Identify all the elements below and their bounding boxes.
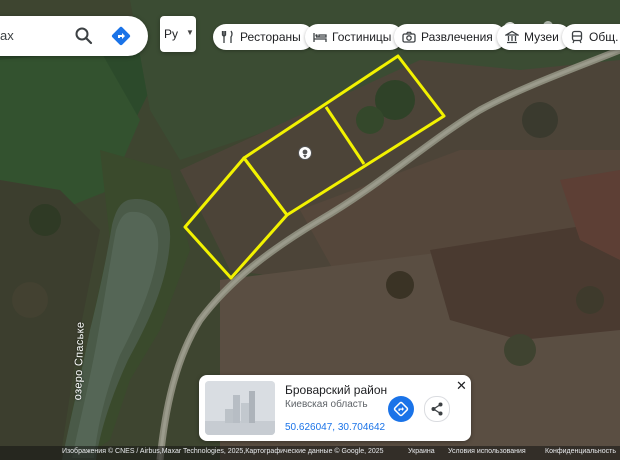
search-icon[interactable] xyxy=(74,26,94,46)
place-subtitle: Киевская область xyxy=(285,399,368,410)
share-icon xyxy=(431,402,443,416)
museum-icon xyxy=(505,30,519,44)
restaurant-icon xyxy=(221,30,233,43)
place-thumbnail[interactable] xyxy=(205,381,275,435)
terms-link[interactable]: Условия использования xyxy=(448,448,526,455)
place-coordinates[interactable]: 50.626047, 30.704642 xyxy=(285,422,385,433)
directions-icon xyxy=(393,401,409,417)
privacy-link[interactable]: Конфиденциальность xyxy=(545,448,616,455)
place-pin-icon[interactable] xyxy=(298,146,312,160)
attribution-bar: Изображения © CNES / Airbus,Maxar Techno… xyxy=(0,446,620,460)
share-button[interactable] xyxy=(424,396,450,422)
chip-label: Музеи xyxy=(524,30,559,44)
camera-icon xyxy=(402,31,416,43)
directions-icon[interactable] xyxy=(110,25,132,47)
language-label: Ру xyxy=(164,27,179,41)
transit-icon xyxy=(571,30,583,44)
chip-entertainment[interactable]: Развлечения xyxy=(394,24,506,50)
language-selector[interactable]: Ру ▼ xyxy=(160,16,196,52)
chevron-down-icon: ▼ xyxy=(186,28,194,37)
chip-museums[interactable]: Музеи xyxy=(497,24,571,50)
chip-label: Гостиницы xyxy=(332,30,392,44)
chip-label: Рестораны xyxy=(240,30,301,44)
directions-button[interactable] xyxy=(388,396,414,422)
country-label: Украина xyxy=(408,448,435,455)
chip-label: Развлечения xyxy=(421,30,493,44)
chip-transit[interactable]: Общ. тр xyxy=(562,24,620,50)
building-icon xyxy=(205,381,275,435)
place-card[interactable]: Броварский район Киевская область 50.626… xyxy=(199,375,471,441)
chip-restaurants[interactable]: Рестораны xyxy=(213,24,314,50)
imagery-attribution: Изображения © CNES / Airbus,Maxar Techno… xyxy=(62,448,384,455)
place-title: Броварский район xyxy=(285,383,388,397)
search-box[interactable]: ах xyxy=(0,16,148,56)
search-input[interactable]: ах xyxy=(0,28,14,43)
chip-label: Общ. тр xyxy=(589,30,620,44)
hotel-icon xyxy=(313,33,327,42)
chip-hotels[interactable]: Гостиницы xyxy=(305,24,403,50)
close-icon[interactable]: ✕ xyxy=(456,378,467,394)
